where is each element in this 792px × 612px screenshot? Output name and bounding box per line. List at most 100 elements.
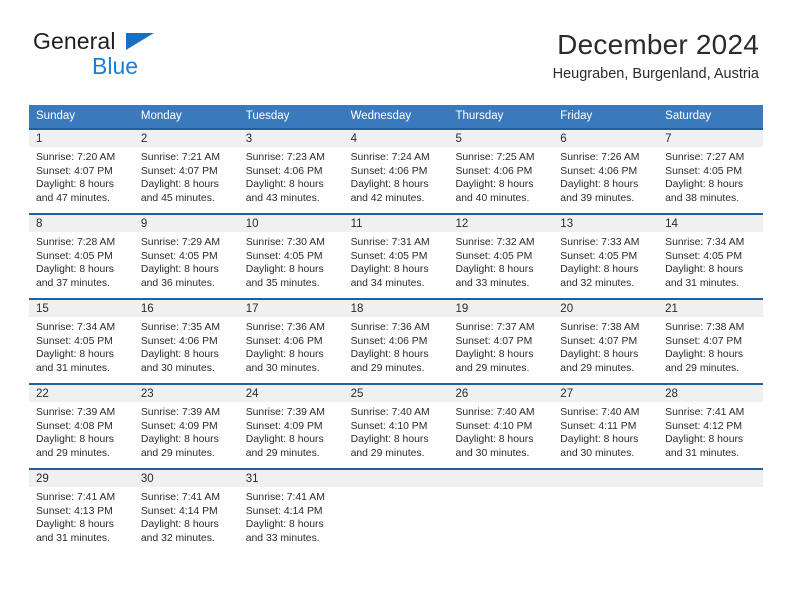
day-cell[interactable]: 17 Sunrise: 7:36 AM Sunset: 4:06 PM Dayligh… — [238, 298, 344, 375]
day-number: 18 — [343, 300, 449, 317]
daylight-duration-line1: Daylight: 8 hours — [140, 519, 219, 531]
day-number: 28 — [658, 385, 764, 402]
day-cell[interactable]: 11 Sunrise: 7:31 AM Sunset: 4:05 PM Dayligh… — [343, 213, 449, 290]
day-sun-info: Sunrise: 7:29 AM Sunset: 4:05 PM Daylight:… — [134, 232, 239, 290]
daylight-duration-line1: Daylight: 8 hours — [36, 179, 114, 191]
sunset-time: Sunset: 4:07 PM — [36, 165, 113, 177]
weekday-header-wednesday: Wednesday — [350, 110, 412, 122]
daylight-duration-line1: Daylight: 8 hours — [245, 179, 324, 191]
day-cell[interactable]: 20 Sunrise: 7:38 AM Sunset: 4:07 PM Dayligh… — [553, 298, 659, 375]
page-title: December 2024 — [557, 29, 759, 60]
day-cell[interactable]: 14 Sunrise: 7:34 AM Sunset: 4:05 PM Dayligh… — [658, 213, 764, 290]
day-number: 5 — [448, 130, 554, 147]
day-sun-info: Sunrise: 7:32 AM Sunset: 4:05 PM Daylight:… — [448, 232, 553, 290]
sunset-time: Sunset: 4:05 PM — [455, 250, 533, 262]
daylight-duration-line2: and 29 minutes. — [140, 447, 215, 459]
sunset-time: Sunset: 4:05 PM — [350, 250, 428, 262]
sunset-time: Sunset: 4:06 PM — [560, 165, 638, 177]
day-number: 1 — [29, 130, 134, 147]
day-cell[interactable]: 31 Sunrise: 7:41 AM Sunset: 4:14 PM Dayligh… — [238, 468, 344, 545]
day-number: 16 — [133, 300, 239, 317]
daylight-duration-line2: and 40 minutes. — [455, 192, 530, 204]
sunset-time: Sunset: 4:08 PM — [36, 420, 113, 432]
day-number: 26 — [448, 385, 554, 402]
day-sun-info: Sunrise: 7:37 AM Sunset: 4:07 PM Daylight:… — [448, 317, 553, 375]
day-cell[interactable]: 22 Sunrise: 7:39 AM Sunset: 4:08 PM Dayligh… — [29, 383, 134, 460]
sunset-time: Sunset: 4:06 PM — [140, 335, 218, 347]
logo-triangle-icon — [126, 33, 154, 50]
daylight-duration-line1: Daylight: 8 hours — [36, 349, 114, 361]
sunset-time: Sunset: 4:10 PM — [350, 420, 428, 432]
sunrise-time: Sunrise: 7:23 AM — [245, 152, 325, 163]
day-cell[interactable]: 8 Sunrise: 7:28 AM Sunset: 4:05 PM Daylight… — [29, 213, 134, 290]
day-cell[interactable]: 13 Sunrise: 7:33 AM Sunset: 4:05 PM Dayligh… — [553, 213, 659, 290]
daylight-duration-line2: and 32 minutes. — [560, 277, 635, 289]
day-cell[interactable]: 7 Sunrise: 7:27 AM Sunset: 4:05 PM Daylight… — [658, 128, 764, 205]
sunrise-time: Sunrise: 7:37 AM — [455, 322, 535, 333]
day-cell[interactable]: 26 Sunrise: 7:40 AM Sunset: 4:10 PM Dayligh… — [448, 383, 554, 460]
day-cell[interactable]: 1 Sunrise: 7:20 AM Sunset: 4:07 PM Daylight… — [29, 128, 134, 205]
daylight-duration-line2: and 31 minutes. — [665, 447, 740, 459]
day-sun-info: Sunrise: 7:40 AM Sunset: 4:10 PM Daylight:… — [448, 402, 553, 460]
sunrise-time: Sunrise: 7:20 AM — [36, 152, 116, 163]
weekday-header-sunday: Sunday — [36, 110, 76, 122]
day-cell[interactable]: 30 Sunrise: 7:41 AM Sunset: 4:14 PM Dayligh… — [133, 468, 239, 545]
day-number — [448, 470, 554, 487]
day-cell[interactable]: 23 Sunrise: 7:39 AM Sunset: 4:09 PM Dayligh… — [133, 383, 239, 460]
page-subtitle: Heugraben, Burgenland, Austria — [552, 66, 759, 82]
sunset-time: Sunset: 4:05 PM — [140, 250, 218, 262]
day-cell[interactable]: 3 Sunrise: 7:23 AM Sunset: 4:06 PM Daylight… — [238, 128, 344, 205]
day-cell[interactable]: 10 Sunrise: 7:30 AM Sunset: 4:05 PM Dayligh… — [238, 213, 344, 290]
week-row: 22 Sunrise: 7:39 AM Sunset: 4:08 PM Dayligh… — [29, 383, 764, 460]
day-cell[interactable]: 4 Sunrise: 7:24 AM Sunset: 4:06 PM Daylight… — [343, 128, 449, 205]
day-cell[interactable]: 9 Sunrise: 7:29 AM Sunset: 4:05 PM Daylight… — [133, 213, 239, 290]
daylight-duration-line1: Daylight: 8 hours — [350, 179, 429, 191]
day-cell[interactable]: 18 Sunrise: 7:36 AM Sunset: 4:06 PM Dayligh… — [343, 298, 449, 375]
day-cell[interactable]: 15 Sunrise: 7:34 AM Sunset: 4:05 PM Dayligh… — [29, 298, 134, 375]
day-cell[interactable]: 16 Sunrise: 7:35 AM Sunset: 4:06 PM Dayligh… — [133, 298, 239, 375]
daylight-duration-line1: Daylight: 8 hours — [245, 519, 324, 531]
daylight-duration-line1: Daylight: 8 hours — [560, 264, 639, 276]
day-cell[interactable]: 12 Sunrise: 7:32 AM Sunset: 4:05 PM Dayligh… — [448, 213, 554, 290]
calendar-weeks: 1 Sunrise: 7:20 AM Sunset: 4:07 PM Daylight… — [29, 128, 764, 545]
day-cell[interactable]: 19 Sunrise: 7:37 AM Sunset: 4:07 PM Dayligh… — [448, 298, 554, 375]
sunset-time: Sunset: 4:12 PM — [665, 420, 742, 432]
day-number: 8 — [29, 215, 134, 232]
sunset-time: Sunset: 4:06 PM — [245, 335, 323, 347]
daylight-duration-line2: and 43 minutes. — [245, 192, 320, 204]
day-number: 2 — [133, 130, 239, 147]
sunrise-time: Sunrise: 7:26 AM — [560, 152, 640, 163]
day-sun-info: Sunrise: 7:41 AM Sunset: 4:14 PM Daylight:… — [134, 487, 239, 545]
weekday-header-tuesday: Tuesday — [245, 110, 290, 122]
daylight-duration-line2: and 31 minutes. — [665, 277, 740, 289]
day-cell[interactable]: 5 Sunrise: 7:25 AM Sunset: 4:06 PM Daylight… — [448, 128, 554, 205]
day-cell[interactable]: 24 Sunrise: 7:39 AM Sunset: 4:09 PM Dayligh… — [238, 383, 344, 460]
daylight-duration-line2: and 47 minutes. — [36, 192, 110, 204]
day-sun-info: Sunrise: 7:39 AM Sunset: 4:09 PM Daylight:… — [134, 402, 239, 460]
day-cell[interactable]: 27 Sunrise: 7:40 AM Sunset: 4:11 PM Dayligh… — [553, 383, 659, 460]
week-row: 29 Sunrise: 7:41 AM Sunset: 4:13 PM Dayligh… — [29, 468, 764, 545]
sunset-time: Sunset: 4:06 PM — [350, 335, 428, 347]
day-cell[interactable]: 25 Sunrise: 7:40 AM Sunset: 4:10 PM Dayligh… — [343, 383, 449, 460]
daylight-duration-line1: Daylight: 8 hours — [665, 179, 744, 191]
daylight-duration-line1: Daylight: 8 hours — [455, 264, 534, 276]
sunrise-time: Sunrise: 7:32 AM — [455, 237, 535, 248]
sunset-time: Sunset: 4:14 PM — [245, 505, 323, 517]
daylight-duration-line2: and 38 minutes. — [665, 192, 740, 204]
daylight-duration-line2: and 29 minutes. — [455, 362, 530, 374]
daylight-duration-line2: and 33 minutes. — [455, 277, 530, 289]
day-cell[interactable]: 29 Sunrise: 7:41 AM Sunset: 4:13 PM Dayligh… — [29, 468, 134, 545]
day-cell[interactable]: 2 Sunrise: 7:21 AM Sunset: 4:07 PM Daylight… — [133, 128, 239, 205]
daylight-duration-line2: and 29 minutes. — [665, 362, 740, 374]
day-cell[interactable]: 21 Sunrise: 7:38 AM Sunset: 4:07 PM Dayligh… — [658, 298, 764, 375]
day-number: 17 — [238, 300, 344, 317]
sunset-time: Sunset: 4:05 PM — [665, 165, 742, 177]
sunrise-time: Sunrise: 7:31 AM — [350, 237, 430, 248]
day-cell[interactable]: 6 Sunrise: 7:26 AM Sunset: 4:06 PM Daylight… — [553, 128, 659, 205]
day-sun-info: Sunrise: 7:30 AM Sunset: 4:05 PM Daylight:… — [239, 232, 344, 290]
sunset-time: Sunset: 4:07 PM — [455, 335, 533, 347]
sunset-time: Sunset: 4:05 PM — [245, 250, 323, 262]
day-sun-info: Sunrise: 7:33 AM Sunset: 4:05 PM Daylight:… — [553, 232, 658, 290]
day-sun-info: Sunrise: 7:24 AM Sunset: 4:06 PM Daylight:… — [344, 147, 449, 205]
day-cell[interactable]: 28 Sunrise: 7:41 AM Sunset: 4:12 PM Dayligh… — [658, 383, 764, 460]
